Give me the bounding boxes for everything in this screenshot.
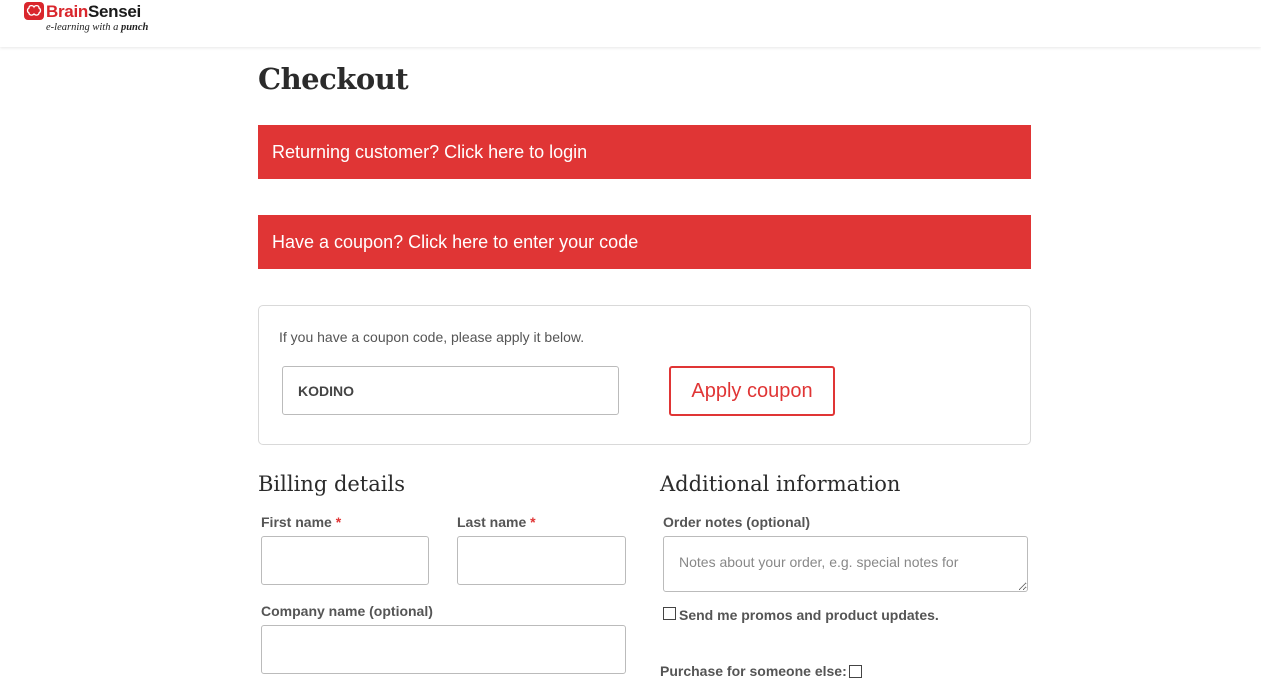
first-name-label: First name *	[261, 514, 342, 530]
coupon-code-input[interactable]	[282, 366, 619, 415]
order-notes-field[interactable]	[663, 536, 1028, 592]
promos-checkbox[interactable]	[663, 607, 676, 620]
billing-details-heading: Billing details	[258, 472, 405, 496]
apply-coupon-button[interactable]: Apply coupon	[669, 366, 835, 416]
company-name-field[interactable]	[261, 625, 626, 674]
brand-name: BrainSensei	[46, 2, 141, 21]
first-name-field[interactable]	[261, 536, 429, 585]
brainsensei-logo[interactable]: BrainSensei e-learning with a punch	[24, 2, 174, 38]
promos-label: Send me promos and product updates.	[679, 607, 939, 623]
required-marker: *	[530, 514, 536, 530]
purchase-for-someone-else-checkbox[interactable]	[849, 665, 862, 678]
required-marker: *	[335, 514, 342, 530]
coupon-hint-text: If you have a coupon code, please apply …	[279, 329, 585, 345]
page-title: Checkout	[258, 62, 409, 96]
brain-icon	[24, 2, 44, 20]
last-name-field[interactable]	[457, 536, 626, 585]
coupon-form: If you have a coupon code, please apply …	[258, 305, 1031, 445]
purchase-for-someone-else-label: Purchase for someone else:	[660, 663, 847, 679]
additional-information-heading: Additional information	[660, 472, 901, 496]
company-name-label: Company name (optional)	[261, 603, 433, 619]
order-notes-label: Order notes (optional)	[663, 514, 810, 530]
returning-customer-login-notice[interactable]: Returning customer? Click here to login	[258, 125, 1031, 179]
site-header: BrainSensei e-learning with a punch	[0, 0, 1261, 47]
coupon-toggle-notice[interactable]: Have a coupon? Click here to enter your …	[258, 215, 1031, 269]
last-name-label: Last name *	[457, 514, 536, 530]
brand-tagline: e-learning with a punch	[46, 22, 149, 33]
